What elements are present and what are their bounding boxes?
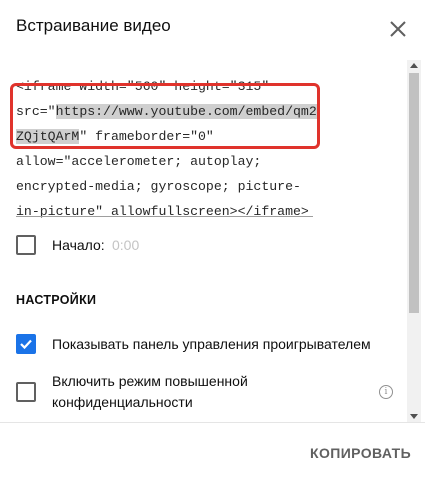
checkmark-icon — [20, 339, 32, 350]
copy-button[interactable]: КОПИРОВАТЬ — [310, 445, 411, 461]
privacy-mode-label: Включить режим повышенной конфиденциальн… — [52, 371, 248, 413]
code-line: allow="accelerometer; autoplay; — [16, 154, 262, 169]
scroll-down-arrow-icon[interactable] — [410, 414, 418, 419]
settings-heading: НАСТРОЙКИ — [16, 293, 97, 307]
privacy-mode-label-line1: Включить режим повышенной — [52, 373, 248, 389]
textarea-underline — [16, 216, 313, 217]
start-time-input[interactable]: 0:00 — [112, 237, 139, 253]
start-label: Начало: — [52, 237, 105, 253]
show-controls-checkbox[interactable] — [16, 334, 36, 354]
scroll-up-arrow-icon[interactable] — [410, 63, 418, 68]
code-line: encrypted-media; gyroscope; picture- — [16, 179, 301, 194]
start-checkbox[interactable] — [16, 235, 36, 255]
dialog-title: Встраивание видео — [16, 16, 171, 35]
privacy-mode-label-line2: конфиденциальности — [52, 394, 193, 410]
scrollbar[interactable] — [407, 60, 421, 422]
highlight-annotation — [10, 83, 320, 149]
dialog-footer: КОПИРОВАТЬ — [0, 422, 425, 481]
close-icon[interactable] — [388, 19, 408, 39]
info-icon[interactable]: i — [379, 385, 393, 399]
scrollbar-thumb[interactable] — [409, 73, 419, 313]
show-controls-label: Показывать панель управления проигрывате… — [52, 336, 371, 352]
dialog-body: <iframe width="560" height="315" src="ht… — [0, 60, 425, 422]
privacy-mode-checkbox[interactable] — [16, 382, 36, 402]
dialog-header: Встраивание видео — [0, 0, 425, 60]
